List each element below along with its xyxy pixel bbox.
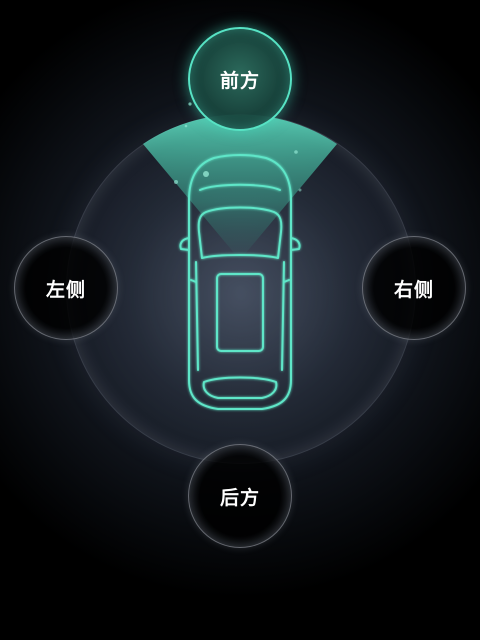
front-sensor-beam-icon [143, 114, 337, 260]
front-view-label: 前方 [219, 69, 260, 92]
rear-view-label: 后方 [219, 486, 260, 509]
left-view-button[interactable]: 左侧 [14, 236, 118, 340]
right-view-label: 右侧 [393, 278, 434, 301]
front-view-button[interactable]: 前方 [188, 27, 292, 131]
left-view-label: 左侧 [45, 278, 86, 301]
right-view-button[interactable]: 右侧 [362, 236, 466, 340]
rear-view-button[interactable]: 后方 [188, 444, 292, 548]
camera-view-selector: 前方 左侧 右侧 后方 [0, 0, 480, 640]
